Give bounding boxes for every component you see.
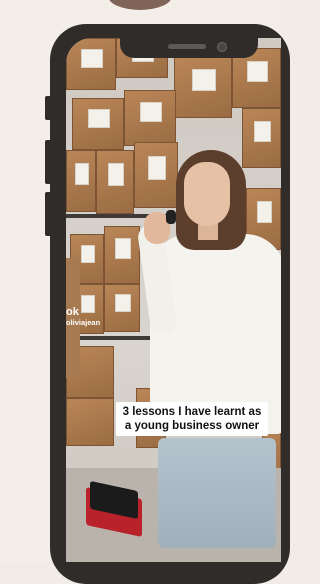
creator-handle: oliviajean bbox=[66, 318, 101, 327]
cardboard-box bbox=[66, 150, 96, 212]
video-screen[interactable] bbox=[66, 38, 281, 562]
cardboard-box bbox=[96, 150, 134, 214]
cardboard-box bbox=[104, 226, 140, 284]
tiktok-logo-text: ok bbox=[66, 306, 79, 318]
presenter-jeans bbox=[158, 438, 276, 548]
cardboard-box bbox=[104, 284, 140, 332]
cardboard-box bbox=[66, 38, 116, 90]
phone-volume-down-button bbox=[45, 192, 50, 236]
front-camera-icon bbox=[217, 42, 227, 52]
cardboard-box bbox=[66, 398, 114, 446]
video-caption: 3 lessons I have learnt as a young busin… bbox=[116, 402, 268, 436]
cardboard-box bbox=[72, 98, 124, 150]
cardboard-box bbox=[174, 56, 232, 118]
microphone-icon bbox=[166, 210, 176, 224]
cardboard-box bbox=[134, 142, 178, 208]
tiktok-watermark: ok oliviajean bbox=[66, 306, 101, 328]
cardboard-box bbox=[242, 108, 281, 168]
phone-mute-switch bbox=[45, 96, 50, 120]
phone-volume-up-button bbox=[45, 140, 50, 184]
presenter-face bbox=[184, 162, 230, 226]
cardboard-box bbox=[124, 90, 176, 146]
speaker-grille bbox=[168, 44, 206, 49]
